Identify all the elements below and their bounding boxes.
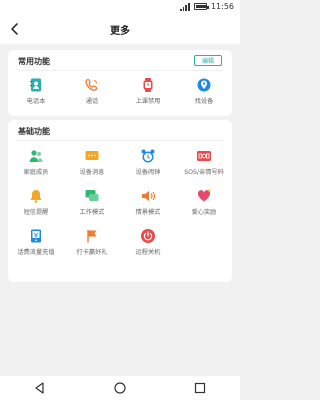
- basic-item-label: 家庭成员: [23, 169, 49, 176]
- topup-icon: [31, 229, 41, 243]
- status-icons: 11:56: [179, 2, 234, 11]
- common-functions-title: 常用功能: [18, 57, 50, 66]
- common-item-phonebook[interactable]: 电话本: [8, 77, 64, 105]
- alarm-icon: [141, 149, 155, 163]
- edit-button[interactable]: 编辑: [194, 55, 222, 66]
- system-nav-bar: [0, 376, 240, 400]
- bell-icon: [30, 190, 42, 203]
- basic-item-label: 话费流量充值: [17, 249, 55, 256]
- basic-item-checkin[interactable]: 打卡赢好礼: [64, 228, 120, 256]
- chat-icon: [85, 190, 99, 201]
- basic-item-label: 远程关机: [135, 249, 161, 256]
- page-title: 更多: [110, 25, 130, 37]
- message-icon: [85, 151, 99, 160]
- nav-home-icon[interactable]: [113, 381, 127, 395]
- common-item-class-disable[interactable]: 上课禁用: [120, 77, 176, 105]
- basic-item-label: 设备闹钟: [135, 169, 161, 176]
- common-item-label: 通话: [85, 98, 99, 105]
- family-icon: [29, 150, 43, 162]
- signal-icon: [179, 2, 190, 11]
- basic-item-love-reward[interactable]: 爱心奖励: [176, 188, 232, 216]
- common-item-label: 上课禁用: [135, 98, 161, 105]
- common-item-label: 找设备: [194, 98, 214, 105]
- basic-item-label: SOS/亲情号码: [184, 169, 224, 176]
- divider: [18, 140, 222, 141]
- find-device-icon: [197, 78, 211, 92]
- basic-item-scene-mode[interactable]: 情景模式: [120, 188, 176, 216]
- basic-item-sms-reminder[interactable]: 短信提醒: [8, 188, 64, 216]
- basic-functions-card: 基础功能 家庭成员 设备消息 设备闹钟 SOS/亲情号码 短信提醒 工作模式 情…: [8, 120, 232, 282]
- common-functions-card: 常用功能 编辑 电话本 通话 上课禁用 找设备: [8, 50, 232, 116]
- basic-item-device-message[interactable]: 设备消息: [64, 148, 120, 176]
- status-time: 11:56: [210, 2, 234, 11]
- common-item-call[interactable]: 通话: [64, 77, 120, 105]
- app-bar: 更多: [0, 14, 240, 44]
- common-item-find-device[interactable]: 找设备: [176, 77, 232, 105]
- power-icon: [141, 229, 155, 243]
- basic-functions-title: 基础功能: [18, 127, 50, 136]
- nav-recents-icon[interactable]: [193, 381, 207, 395]
- basic-item-topup[interactable]: 话费流量充值: [8, 228, 64, 256]
- phone-icon: [85, 78, 98, 91]
- divider: [18, 70, 222, 71]
- nav-back-icon[interactable]: [33, 381, 47, 395]
- phonebook-icon: [30, 78, 41, 92]
- battery-icon: [193, 3, 209, 10]
- basic-item-alarm[interactable]: 设备闹钟: [120, 148, 176, 176]
- basic-item-label: 打卡赢好礼: [76, 249, 108, 256]
- back-arrow-icon[interactable]: [8, 22, 22, 36]
- common-item-label: 电话本: [26, 98, 46, 105]
- heart-icon: [197, 189, 211, 202]
- basic-item-family[interactable]: 家庭成员: [8, 148, 64, 176]
- basic-item-label: 情景模式: [135, 209, 161, 216]
- basic-item-label: 设备消息: [79, 169, 105, 176]
- sos-icon: [197, 151, 211, 161]
- status-bar: 11:56: [0, 0, 240, 14]
- basic-item-sos[interactable]: SOS/亲情号码: [176, 148, 232, 176]
- basic-item-remote-shutdown[interactable]: 远程关机: [120, 228, 176, 256]
- basic-item-work-mode[interactable]: 工作模式: [64, 188, 120, 216]
- basic-item-label: 爱心奖励: [191, 209, 217, 216]
- speaker-icon: [142, 191, 155, 201]
- basic-item-label: 工作模式: [79, 209, 105, 216]
- watch-icon: [143, 78, 153, 92]
- basic-item-label: 短信提醒: [23, 209, 49, 216]
- flag-icon: [87, 230, 97, 243]
